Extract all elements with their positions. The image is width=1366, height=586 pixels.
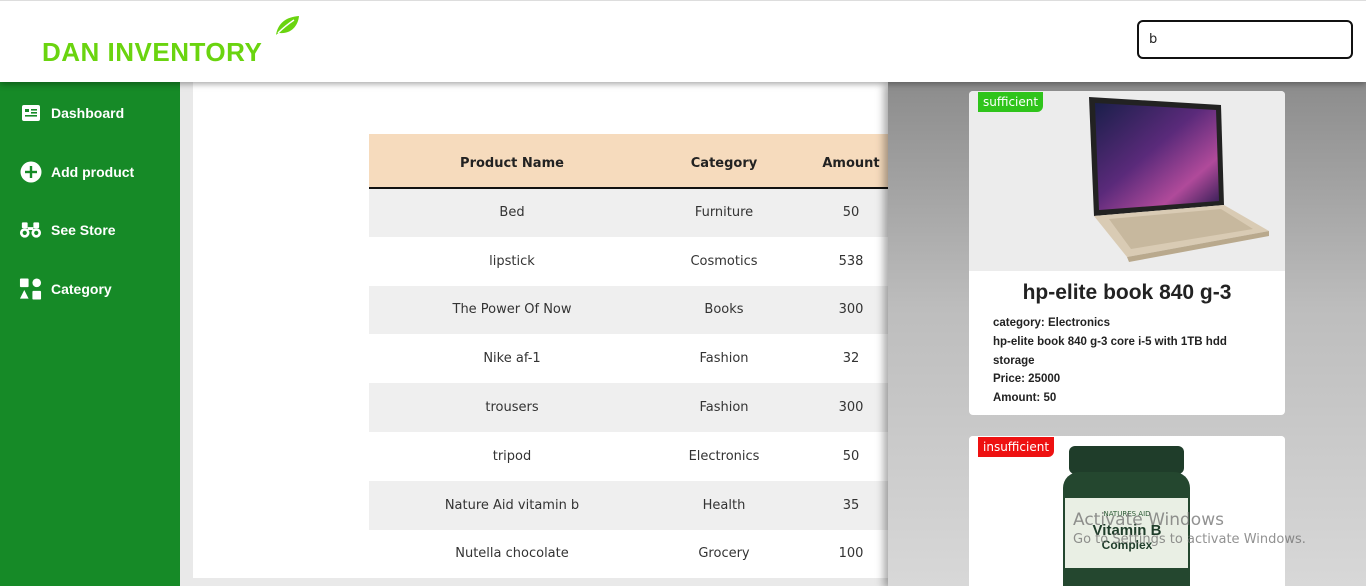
product-name-cell: Nike af-1 (483, 351, 541, 367)
sidebar-item-label: See Store (51, 221, 116, 238)
product-table: Product Name Category Amount Bed Furnitu… (369, 134, 909, 579)
table-row[interactable]: Bed Furniture 50 (369, 188, 909, 237)
vitamin-label-title: Vitamin B (1093, 522, 1162, 539)
vitamin-bottle-image: NATURES AID Vitamin B Complex (1063, 446, 1190, 586)
sidebar-item-category[interactable]: Category (19, 277, 112, 300)
product-card[interactable]: sufficient hp-elite book 840 g-3 categor… (969, 91, 1285, 415)
table-row[interactable]: The Power Of Now Books 300 (369, 285, 909, 335)
content-panel: Product Name Category Amount Bed Furnitu… (193, 82, 909, 579)
sidebar-item-label: Dashboard (51, 104, 125, 121)
product-name-cell: Bed (499, 205, 525, 221)
table-row[interactable]: lipstick Cosmotics 538 (369, 236, 909, 286)
product-name-cell: lipstick (489, 253, 535, 269)
product-name-cell: The Power Of Now (452, 302, 572, 318)
column-header-product-name[interactable]: Product Name (369, 134, 655, 188)
laptop-image (1089, 97, 1269, 262)
category-cell: Electronics (688, 448, 760, 464)
product-details: category: Electronics hp-elite book 840 … (969, 305, 1285, 408)
product-image-vitamin: insufficient NATURES AID Vitamin B Compl… (969, 436, 1285, 586)
dashboard-icon (19, 101, 42, 124)
product-title: hp-elite book 840 g-3 (1022, 281, 1232, 304)
search-input[interactable] (1137, 20, 1353, 59)
vitamin-label-subtitle: Complex (1102, 538, 1153, 552)
column-header-category[interactable]: Category (655, 134, 793, 188)
sidebar-item-label: Add product (51, 163, 135, 180)
plus-circle-icon (19, 160, 42, 183)
shapes-icon (19, 277, 42, 300)
table-row[interactable]: tripod Electronics 50 (369, 431, 909, 481)
sidebar-item-add-product[interactable]: Add product (19, 160, 134, 183)
product-name-cell: Nature Aid vitamin b (444, 497, 580, 513)
binoculars-icon (19, 218, 42, 241)
sidebar-item-label: Category (51, 280, 112, 297)
product-name-cell: trousers (485, 400, 539, 416)
product-description: hp-elite book 840 g-3 core i-5 with 1TB … (993, 335, 1227, 367)
table-row[interactable]: Nature Aid vitamin b Health 35 (369, 480, 909, 530)
top-header: DAN INVENTORY (0, 0, 1366, 82)
search-results-panel: sufficient hp-elite book 840 g-3 categor… (888, 82, 1366, 586)
sidebar: Dashboard Add product See Store Category (0, 82, 180, 586)
product-category: category: Electronics (993, 317, 1110, 329)
table-row[interactable]: Nutella chocolate Grocery 100 (369, 529, 909, 579)
product-image-laptop: sufficient (969, 91, 1285, 271)
product-price: Price: 25000 (993, 373, 1061, 386)
product-name-cell: tripod (492, 448, 532, 464)
status-badge: sufficient (978, 92, 1044, 112)
logo[interactable]: DAN INVENTORY (42, 15, 312, 69)
category-cell: Fashion (699, 400, 749, 416)
leaf-icon (276, 16, 299, 35)
table-row[interactable]: trousers Fashion 300 (369, 383, 909, 432)
status-badge: insufficient (978, 437, 1055, 457)
product-amount: Amount: 50 (993, 392, 1057, 405)
category-cell: Furniture (694, 205, 754, 221)
logo-text: DAN INVENTORY (42, 37, 263, 67)
vitamin-label-brand: NATURES AID (1103, 510, 1150, 518)
sidebar-item-see-store[interactable]: See Store (19, 218, 116, 241)
category-cell: Cosmotics (690, 253, 758, 269)
category-cell: Health (702, 497, 746, 513)
sidebar-item-dashboard[interactable]: Dashboard (19, 101, 124, 124)
category-cell: Grocery (698, 546, 750, 562)
category-cell: Fashion (699, 351, 749, 367)
product-card[interactable]: insufficient NATURES AID Vitamin B Compl… (969, 436, 1285, 586)
category-cell: Books (704, 302, 744, 318)
table-header-row: Product Name Category Amount (369, 134, 909, 188)
table-row[interactable]: Nike af-1 Fashion 32 (369, 334, 909, 384)
product-name-cell: Nutella chocolate (455, 546, 569, 562)
